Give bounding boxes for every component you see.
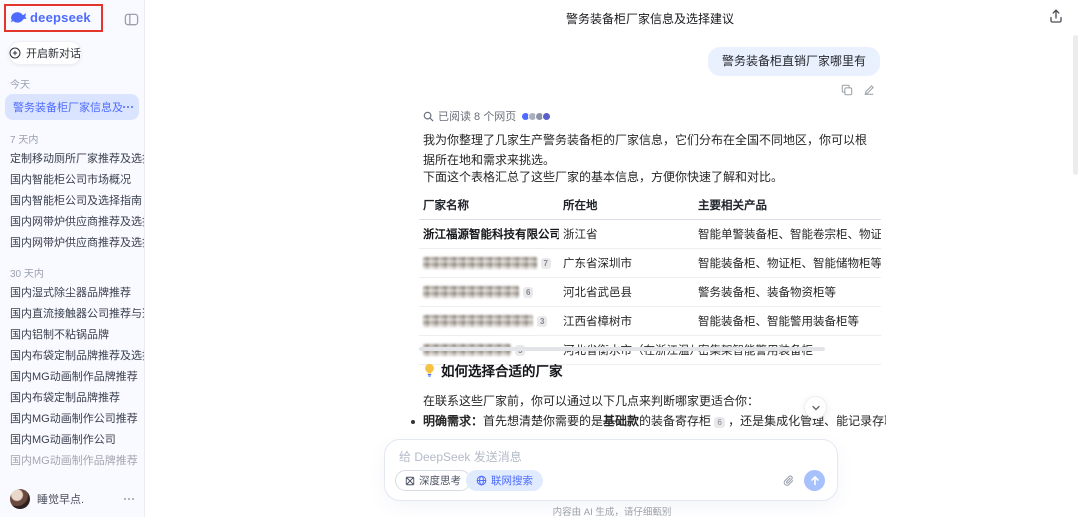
section-label: 7 天内 xyxy=(10,131,134,146)
answer-paragraph: 我为你整理了几家生产警务装备柜的厂家信息，它们分布在全国不同地区，你可以根据所在… xyxy=(423,130,878,170)
profile-more-icon[interactable] xyxy=(124,498,134,500)
section-label: 今天 xyxy=(10,76,134,91)
manufacturer-table: 厂家名称所在地主要相关产品 浙江福源智能科技有限公司1 浙江省智能单警装备柜、智能… xyxy=(419,189,881,365)
copy-icon[interactable] xyxy=(841,84,853,96)
user-profile[interactable]: 睡觉早点. xyxy=(0,481,144,517)
deep-think-label: 深度思考 xyxy=(419,473,461,488)
table-row: 3 江西省樟树市智能装备柜、智能警用装备柜等 xyxy=(419,307,881,336)
deep-think-toggle[interactable]: 深度思考 xyxy=(395,470,471,491)
message-composer[interactable]: 给 DeepSeek 发送消息 深度思考 联网搜索 xyxy=(384,439,838,501)
manufacturer-name: 3 xyxy=(423,315,551,327)
bullet-text-segment: 的装备寄存柜 xyxy=(639,414,714,428)
lightbulb-icon xyxy=(423,363,436,377)
send-button[interactable] xyxy=(804,470,825,491)
conversation-item[interactable]: 定制移动厕所厂家推荐及选择建议 xyxy=(0,149,144,170)
new-chat-label: 开启新对话 xyxy=(26,45,81,61)
ai-disclaimer: 内容由 AI 生成，请仔细甄别 xyxy=(553,504,672,517)
conversation-item[interactable]: 国内MG动画制作品牌推荐 xyxy=(0,367,144,388)
conversation-item[interactable]: 国内网带炉供应商推荐及选择指南 xyxy=(0,212,144,233)
manufacturer-name: 浙江福源智能科技有限公司1 xyxy=(423,226,551,242)
conversation-more-icon[interactable] xyxy=(123,106,133,108)
edit-icon[interactable] xyxy=(863,84,875,96)
scroll-to-bottom-button[interactable] xyxy=(804,396,827,419)
manufacturer-products: 智能装备柜、物证柜、智能储物柜等 xyxy=(694,249,881,278)
manufacturer-products: 警务装备柜、装备物资柜等 xyxy=(694,278,881,307)
manufacturer-location: 江西省樟树市 xyxy=(559,307,694,336)
conversation-item[interactable]: 国内智能柜公司市场概况 xyxy=(0,170,144,191)
conversation-item[interactable]: 国内直流接触器公司推荐与选择... xyxy=(0,304,144,325)
bullet-dot xyxy=(411,420,415,424)
manufacturer-products: 智能单警装备柜、智能卷宗柜、物证柜等 xyxy=(694,220,881,249)
chat-main: 警务装备柜厂家信息及选择建议 警务装备柜直销厂家哪里有 已阅读 8 个网页 我为… xyxy=(145,0,1080,517)
globe-icon xyxy=(476,475,487,486)
chat-title: 警务装备柜厂家信息及选择建议 xyxy=(566,10,734,27)
manufacturer-location: 浙江省 xyxy=(559,220,694,249)
conversation-item[interactable]: 国内MG动画制作公司 xyxy=(0,430,144,451)
manufacturer-location: 河北省武邑县 xyxy=(559,278,694,307)
deepseek-app: deepseek 开启新对话 今天警务装备柜厂家信息及选择建议7 天内定制移动厕… xyxy=(0,0,1080,517)
conversation-item[interactable]: 国内铝制不粘锅品牌 xyxy=(0,325,144,346)
avatar xyxy=(10,489,30,509)
bullet-text-segment: ，还是集成化管理、能记录存取轨迹的 xyxy=(725,414,886,428)
bullet-text-segment: 首先想清楚你需要的是 xyxy=(483,414,603,428)
answer-paragraph: 下面这个表格汇总了这些厂家的基本信息，方便你快速了解和对比。 xyxy=(423,167,878,187)
bullet-text-segment: 明确需求： xyxy=(423,414,483,428)
search-status-text: 已阅读 8 个网页 xyxy=(438,108,516,124)
attachment-icon[interactable] xyxy=(782,475,795,488)
table-header-cell: 主要相关产品 xyxy=(694,189,881,220)
username: 睡觉早点. xyxy=(37,491,117,507)
section-label: 30 天内 xyxy=(10,265,134,280)
annotation-highlight xyxy=(4,4,103,32)
manufacturer-products: 智能装备柜、智能警用装备柜等 xyxy=(694,307,881,336)
user-message-bubble: 警务装备柜直销厂家哪里有 xyxy=(708,47,880,76)
conversation-item[interactable]: 国内湿式除尘器品牌推荐 xyxy=(0,283,144,304)
composer-input[interactable]: 给 DeepSeek 发送消息 xyxy=(399,448,522,465)
redacted-name xyxy=(423,315,533,327)
conversation-item[interactable]: 国内布袋定制品牌推荐及选择指南 xyxy=(0,346,144,367)
table-header-cell: 所在地 xyxy=(559,189,694,220)
citation-badge[interactable]: 6 xyxy=(714,417,724,428)
manufacturer-location: 广东省深圳市 xyxy=(559,249,694,278)
conversation-item-active[interactable]: 警务装备柜厂家信息及选择建议 xyxy=(5,94,139,120)
vertical-scrollbar[interactable] xyxy=(1073,35,1078,175)
section-heading: 如何选择合适的厂家 xyxy=(423,360,563,380)
web-search-summary[interactable]: 已阅读 8 个网页 xyxy=(423,108,551,124)
sidebar-collapse-icon[interactable] xyxy=(124,12,139,27)
table-row: 7 广东省深圳市智能装备柜、物证柜、智能储物柜等 xyxy=(419,249,881,278)
logo-row: deepseek xyxy=(0,0,144,36)
bullet-text-segment: 基础款 xyxy=(603,414,639,428)
table-header-row: 厂家名称所在地主要相关产品 xyxy=(419,189,881,220)
new-chat-button[interactable]: 开启新对话 xyxy=(8,41,82,65)
conversation-item[interactable]: 国内布袋定制品牌推荐 xyxy=(0,388,144,409)
table-row: 6 河北省武邑县警务装备柜、装备物资柜等 xyxy=(419,278,881,307)
section-heading-text: 如何选择合适的厂家 xyxy=(441,360,563,380)
manufacturer-name: 6 xyxy=(423,286,551,298)
conversation-item[interactable]: 国内智能柜公司及选择指南 xyxy=(0,191,144,212)
conversation-item[interactable]: 国内MG动画制作公司推荐 xyxy=(0,409,144,430)
plus-circle-icon xyxy=(9,47,21,59)
citation-badge[interactable]: 3 xyxy=(537,316,547,327)
table-header-cell: 厂家名称 xyxy=(419,189,559,220)
conversation-list: 今天警务装备柜厂家信息及选择建议 7 天内定制移动厕所厂家推荐及选择建议国内智能柜… xyxy=(0,76,144,472)
table-row: 浙江福源智能科技有限公司1 浙江省智能单警装备柜、智能卷宗柜、物证柜等 xyxy=(419,220,881,249)
conversation-title: 警务装备柜厂家信息及选择建议 xyxy=(13,99,123,115)
deep-think-icon xyxy=(405,476,415,486)
share-icon[interactable] xyxy=(1048,8,1066,26)
citation-badge[interactable]: 6 xyxy=(523,287,533,298)
source-favicon-icons xyxy=(523,112,551,121)
message-actions xyxy=(841,84,875,96)
search-icon xyxy=(423,111,434,122)
table-horizontal-scrollbar[interactable] xyxy=(419,347,825,351)
conversation-item[interactable]: 国内MG动画制作品牌推荐 xyxy=(0,451,144,472)
redacted-name xyxy=(423,286,519,298)
web-search-label: 联网搜索 xyxy=(491,473,533,488)
redacted-name xyxy=(423,257,537,269)
citation-badge[interactable]: 7 xyxy=(541,258,551,269)
sidebar: deepseek 开启新对话 今天警务装备柜厂家信息及选择建议 7 天内定制移动厕… xyxy=(0,0,145,517)
conversation-item[interactable]: 国内网带炉供应商推荐及选择指南 xyxy=(0,233,144,254)
web-search-toggle[interactable]: 联网搜索 xyxy=(466,470,543,491)
manufacturer-name: 7 xyxy=(423,257,551,269)
